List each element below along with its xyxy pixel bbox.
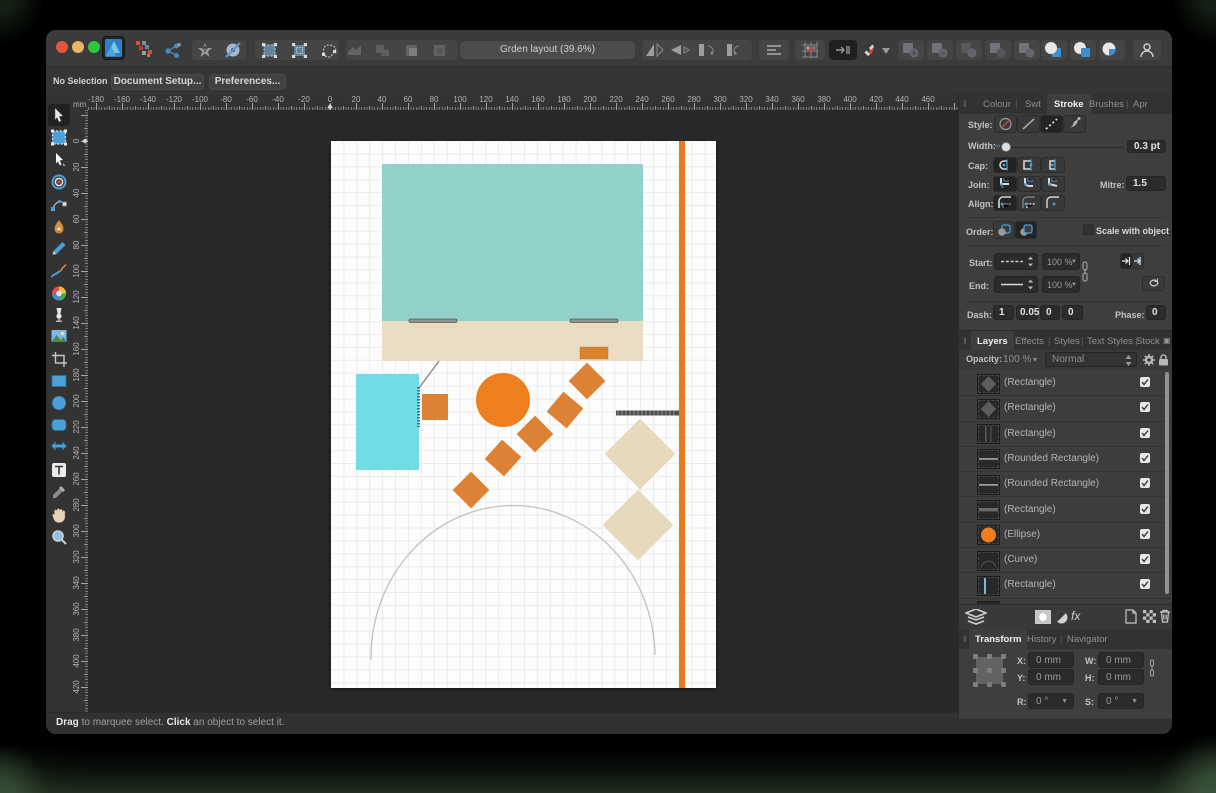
svg-text:140: 140	[505, 95, 519, 104]
svg-text:180: 180	[72, 368, 81, 382]
svg-text:440: 440	[895, 95, 909, 104]
svg-text:-100: -100	[192, 95, 209, 104]
svg-text:120: 120	[72, 290, 81, 304]
svg-text:340: 340	[765, 95, 779, 104]
svg-text:240: 240	[635, 95, 649, 104]
svg-text:220: 220	[609, 95, 623, 104]
svg-text:300: 300	[713, 95, 727, 104]
svg-text:240: 240	[72, 446, 81, 460]
svg-text:460: 460	[921, 95, 935, 104]
svg-text:380: 380	[817, 95, 831, 104]
svg-text:-20: -20	[298, 95, 310, 104]
svg-text:380: 380	[72, 628, 81, 642]
svg-text:-60: -60	[246, 95, 258, 104]
svg-text:60: 60	[72, 214, 81, 223]
svg-text:360: 360	[791, 95, 805, 104]
svg-text:360: 360	[72, 602, 81, 616]
svg-text:340: 340	[72, 576, 81, 590]
svg-text:-180: -180	[88, 95, 105, 104]
svg-text:40: 40	[378, 95, 387, 104]
svg-text:-140: -140	[140, 95, 157, 104]
svg-text:20: 20	[72, 162, 81, 171]
svg-text:320: 320	[72, 550, 81, 564]
svg-text:-160: -160	[114, 95, 131, 104]
svg-text:0: 0	[72, 138, 81, 143]
svg-text:280: 280	[687, 95, 701, 104]
svg-text:-40: -40	[272, 95, 284, 104]
svg-text:400: 400	[843, 95, 857, 104]
svg-text:180: 180	[557, 95, 571, 104]
svg-text:140: 140	[72, 316, 81, 330]
svg-text:40: 40	[72, 188, 81, 197]
svg-text:160: 160	[531, 95, 545, 104]
svg-text:20: 20	[352, 95, 361, 104]
svg-text:300: 300	[72, 524, 81, 538]
svg-text:200: 200	[72, 394, 81, 408]
svg-text:320: 320	[739, 95, 753, 104]
svg-text:-80: -80	[220, 95, 232, 104]
svg-text:60: 60	[404, 95, 413, 104]
svg-text:160: 160	[72, 342, 81, 356]
svg-text:280: 280	[72, 498, 81, 512]
svg-text:200: 200	[583, 95, 597, 104]
svg-text:80: 80	[72, 240, 81, 249]
svg-text:-120: -120	[166, 95, 183, 104]
svg-text:80: 80	[430, 95, 439, 104]
svg-text:100: 100	[453, 95, 467, 104]
svg-text:0: 0	[328, 95, 333, 104]
svg-text:400: 400	[72, 654, 81, 668]
svg-text:120: 120	[479, 95, 493, 104]
svg-text:420: 420	[72, 680, 81, 694]
svg-text:420: 420	[869, 95, 883, 104]
svg-text:260: 260	[661, 95, 675, 104]
svg-text:260: 260	[72, 472, 81, 486]
svg-text:220: 220	[72, 420, 81, 434]
svg-text:100: 100	[72, 264, 81, 278]
